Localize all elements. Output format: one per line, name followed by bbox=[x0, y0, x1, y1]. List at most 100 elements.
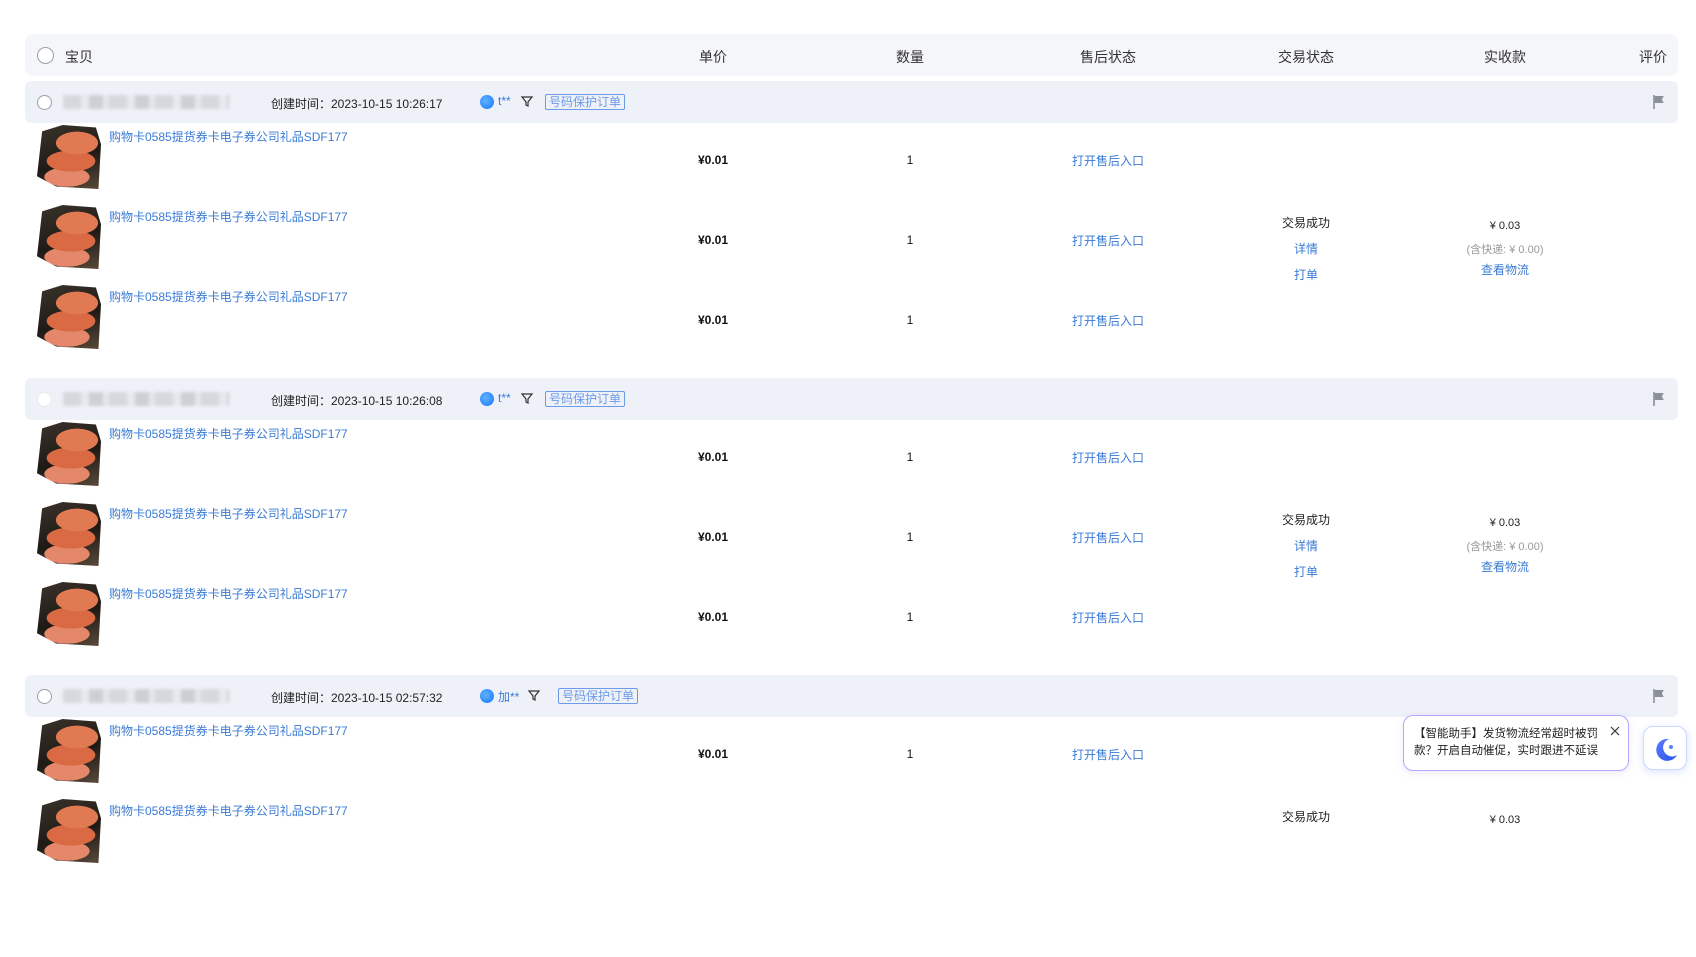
order-checkbox[interactable] bbox=[37, 95, 52, 110]
product-title-link[interactable]: 购物卡0585提货券卡电子券公司礼品SDF177 bbox=[109, 425, 348, 442]
paid-amount: ¥ 0.03 bbox=[1489, 814, 1521, 826]
product-image[interactable] bbox=[37, 719, 101, 783]
product-image[interactable] bbox=[37, 205, 101, 269]
product-image[interactable] bbox=[37, 799, 101, 863]
quantity: 1 bbox=[906, 747, 914, 761]
order-header: 创建时间：2023-10-15 02:57:32 加** 号码保护订单 bbox=[25, 675, 1678, 717]
product-image[interactable] bbox=[37, 125, 101, 189]
quantity: 1 bbox=[906, 233, 914, 247]
view-logistics-link[interactable]: 查看物流 bbox=[1425, 558, 1585, 575]
wangwang-icon[interactable] bbox=[480, 392, 494, 406]
product-title-link[interactable]: 购物卡0585提货券卡电子券公司礼品SDF177 bbox=[109, 128, 348, 145]
after-sale-link[interactable]: 打开售后入口 bbox=[1048, 312, 1168, 329]
buyer-name[interactable]: 加** bbox=[498, 688, 519, 705]
wangwang-icon[interactable] bbox=[480, 689, 494, 703]
product-image[interactable] bbox=[37, 502, 101, 566]
paid-amount: ¥ 0.03 bbox=[1489, 517, 1521, 529]
order-id-redacted bbox=[63, 689, 229, 703]
after-sale-link[interactable]: 打开售后入口 bbox=[1048, 449, 1168, 466]
order-header: 创建时间：2023-10-15 10:26:17 t** 号码保护订单 bbox=[25, 81, 1678, 123]
order-detail-link[interactable]: 详情 bbox=[1246, 537, 1366, 554]
header-item: 宝贝 bbox=[65, 49, 93, 65]
wangwang-icon[interactable] bbox=[480, 95, 494, 109]
product-title-link[interactable]: 购物卡0585提货券卡电子券公司礼品SDF177 bbox=[109, 802, 348, 819]
after-sale-link[interactable]: 打开售后入口 bbox=[1048, 152, 1168, 169]
list-item: 购物卡0585提货券卡电子券公司礼品SDF177 bbox=[25, 797, 1678, 877]
buyer-name[interactable]: t** bbox=[498, 391, 511, 405]
assistant-message: 【智能助手】发货物流经常超时被罚款？开启自动催促，实时跟进不延误 bbox=[1414, 728, 1598, 757]
number-protection-tag: 号码保护订单 bbox=[545, 391, 626, 407]
select-all-checkbox[interactable] bbox=[37, 47, 54, 64]
header-trade-status: 交易状态 bbox=[1278, 49, 1334, 65]
product-title-link[interactable]: 购物卡0585提货券卡电子券公司礼品SDF177 bbox=[109, 722, 348, 739]
unit-price: ¥0.01 bbox=[697, 233, 729, 247]
unit-price: ¥0.01 bbox=[697, 153, 729, 167]
product-image[interactable] bbox=[37, 285, 101, 349]
product-image[interactable] bbox=[37, 422, 101, 486]
assistant-icon bbox=[1656, 738, 1677, 761]
order-items: 购物卡0585提货券卡电子券公司礼品SDF177 ¥0.01 1 打开售后入口 … bbox=[25, 420, 1678, 660]
header-quantity: 数量 bbox=[896, 49, 924, 65]
flag-icon[interactable] bbox=[1652, 391, 1666, 407]
order-detail-link[interactable]: 详情 bbox=[1246, 240, 1366, 257]
unit-price: ¥0.01 bbox=[697, 747, 729, 761]
table-header: 宝贝 单价 数量 售后状态 交易状态 实收款 评价 bbox=[25, 34, 1678, 76]
quantity: 1 bbox=[906, 153, 914, 167]
after-sale-link[interactable]: 打开售后入口 bbox=[1048, 609, 1168, 626]
order-checkbox[interactable] bbox=[37, 392, 52, 407]
unit-price: ¥0.01 bbox=[697, 530, 729, 544]
created-time: 创建时间：2023-10-15 02:57:32 bbox=[271, 691, 443, 705]
close-icon[interactable] bbox=[1610, 726, 1620, 736]
trade-status: 交易成功 bbox=[1281, 513, 1330, 527]
flag-icon[interactable] bbox=[1652, 94, 1666, 110]
after-sale-link[interactable]: 打开售后入口 bbox=[1048, 232, 1168, 249]
list-item: 购物卡0585提货券卡电子券公司礼品SDF177 ¥0.01 1 打开售后入口 bbox=[25, 123, 1678, 203]
order-id-redacted bbox=[63, 392, 229, 406]
filter-icon[interactable] bbox=[527, 688, 541, 702]
order-card: 创建时间：2023-10-15 10:26:08 t** 号码保护订单 购物卡0… bbox=[25, 378, 1678, 660]
order-id-redacted bbox=[63, 95, 229, 109]
order-card: 创建时间：2023-10-15 10:26:17 t** 号码保护订单 购物卡0… bbox=[25, 81, 1678, 363]
paid-amount: ¥ 0.03 bbox=[1489, 220, 1521, 232]
created-time: 创建时间：2023-10-15 10:26:17 bbox=[271, 97, 443, 111]
assistant-button[interactable] bbox=[1643, 726, 1687, 770]
after-sale-link[interactable]: 打开售后入口 bbox=[1048, 529, 1168, 546]
order-checkbox[interactable] bbox=[37, 689, 52, 704]
created-time: 创建时间：2023-10-15 10:26:08 bbox=[271, 394, 443, 408]
quantity: 1 bbox=[906, 610, 914, 624]
flag-icon[interactable] bbox=[1652, 688, 1666, 704]
product-title-link[interactable]: 购物卡0585提货券卡电子券公司礼品SDF177 bbox=[109, 585, 348, 602]
number-protection-tag: 号码保护订单 bbox=[545, 94, 626, 110]
product-title-link[interactable]: 购物卡0585提货券卡电子券公司礼品SDF177 bbox=[109, 208, 348, 225]
header-price: 单价 bbox=[699, 49, 727, 65]
filter-icon[interactable] bbox=[520, 94, 534, 108]
buyer-name[interactable]: t** bbox=[498, 94, 511, 108]
header-after-sale-status: 售后状态 bbox=[1080, 49, 1136, 65]
header-paid: 实收款 bbox=[1484, 49, 1526, 65]
filter-icon[interactable] bbox=[520, 391, 534, 405]
order-list: 宝贝 单价 数量 售后状态 交易状态 实收款 评价 创建时间：2023-10-1… bbox=[25, 34, 1678, 957]
list-item: 购物卡0585提货券卡电子券公司礼品SDF177 ¥0.01 1 打开售后入口 bbox=[25, 580, 1678, 660]
trade-status: 交易成功 bbox=[1281, 216, 1330, 230]
order-header: 创建时间：2023-10-15 10:26:08 t** 号码保护订单 bbox=[25, 378, 1678, 420]
order-items: 购物卡0585提货券卡电子券公司礼品SDF177 ¥0.01 1 打开售后入口 … bbox=[25, 123, 1678, 363]
print-order-link[interactable]: 打单 bbox=[1246, 563, 1366, 580]
assistant-tip[interactable]: 【智能助手】发货物流经常超时被罚款？开启自动催促，实时跟进不延误 bbox=[1403, 715, 1629, 771]
quantity: 1 bbox=[906, 530, 914, 544]
product-title-link[interactable]: 购物卡0585提货券卡电子券公司礼品SDF177 bbox=[109, 505, 348, 522]
unit-price: ¥0.01 bbox=[697, 450, 729, 464]
view-logistics-link[interactable]: 查看物流 bbox=[1425, 261, 1585, 278]
unit-price: ¥0.01 bbox=[697, 313, 729, 327]
quantity: 1 bbox=[906, 313, 914, 327]
product-image[interactable] bbox=[37, 582, 101, 646]
list-item: 购物卡0585提货券卡电子券公司礼品SDF177 ¥0.01 1 打开售后入口 bbox=[25, 283, 1678, 363]
quantity: 1 bbox=[906, 450, 914, 464]
number-protection-tag: 号码保护订单 bbox=[558, 688, 639, 704]
header-review: 评价 bbox=[1639, 49, 1667, 65]
shipping-fee: (含快递: ¥ 0.00) bbox=[1466, 541, 1544, 553]
print-order-link[interactable]: 打单 bbox=[1246, 266, 1366, 283]
product-title-link[interactable]: 购物卡0585提货券卡电子券公司礼品SDF177 bbox=[109, 288, 348, 305]
shipping-fee: (含快递: ¥ 0.00) bbox=[1466, 244, 1544, 256]
after-sale-link[interactable]: 打开售后入口 bbox=[1048, 746, 1168, 763]
trade-status: 交易成功 bbox=[1281, 810, 1330, 824]
